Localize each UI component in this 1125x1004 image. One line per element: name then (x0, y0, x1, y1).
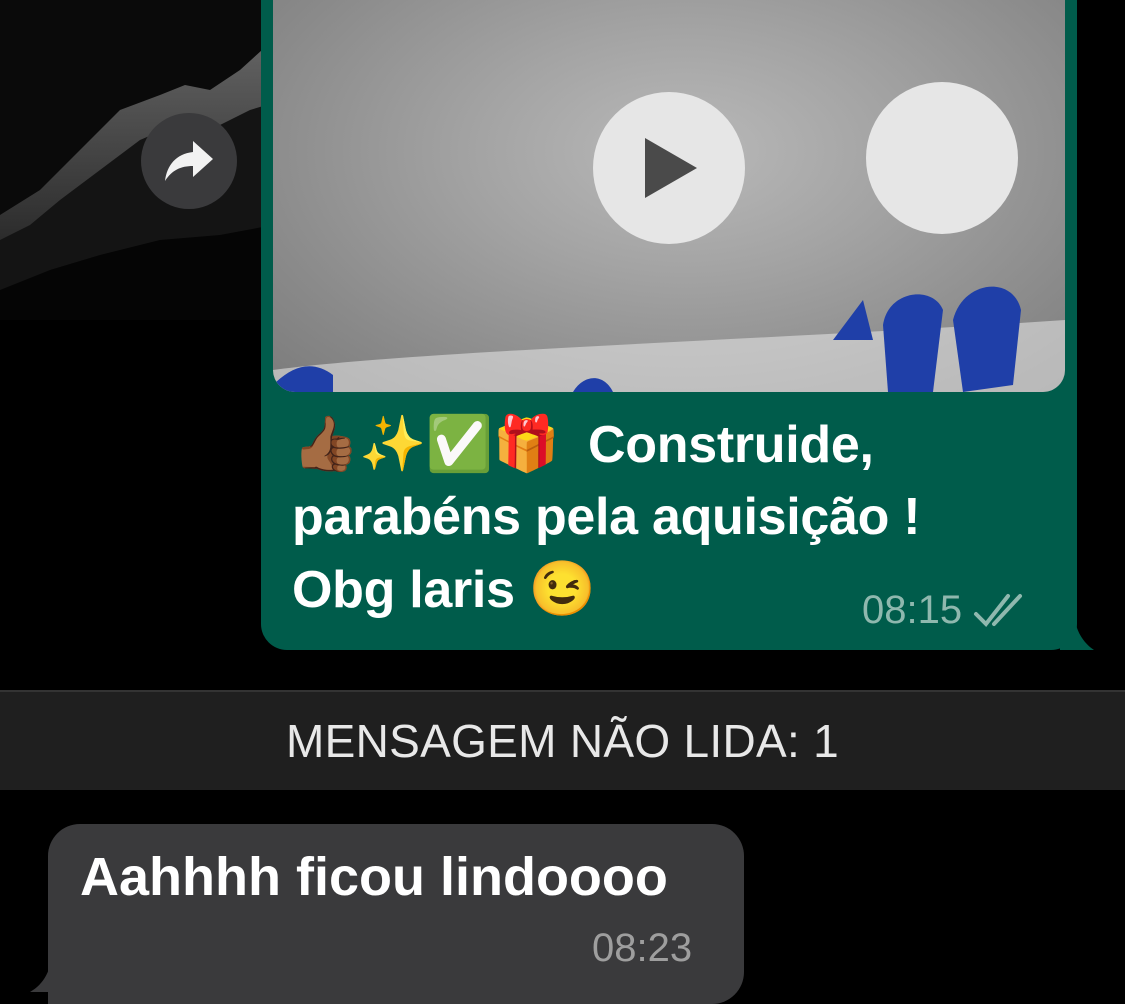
message-line-3: Obg laris (292, 561, 515, 619)
emoji-wink: 😉 (528, 559, 596, 619)
message-line-1: Construide, (588, 416, 874, 474)
emoji-thumbs-up: 👍🏾 (292, 414, 359, 474)
forward-arrow-icon (165, 141, 213, 181)
incoming-bubble-tail (30, 948, 66, 992)
forward-button[interactable] (141, 113, 237, 209)
emoji-check-mark: ✅ (425, 414, 493, 474)
play-icon (645, 138, 697, 198)
outgoing-message-time: 08:15 (862, 587, 963, 632)
incoming-message-text: Aahhhh ficou lindoooo (80, 847, 668, 907)
emoji-gift: 🎁 (492, 414, 560, 474)
outgoing-message-meta: 08:15 (862, 585, 1028, 635)
unread-messages-banner: MENSAGEM NÃO LIDA: 1 (0, 690, 1125, 790)
emoji-sparkles: ✨ (358, 414, 426, 474)
message-line-2: parabéns pela aquisição ! (292, 488, 921, 546)
unread-messages-label: MENSAGEM NÃO LIDA: 1 (285, 715, 839, 767)
double-check-icon (974, 594, 1023, 628)
play-button[interactable] (593, 92, 745, 244)
video-play-button[interactable] (866, 82, 1018, 234)
outgoing-bubble-tail (1060, 610, 1094, 650)
incoming-message-time: 08:23 (592, 926, 693, 970)
